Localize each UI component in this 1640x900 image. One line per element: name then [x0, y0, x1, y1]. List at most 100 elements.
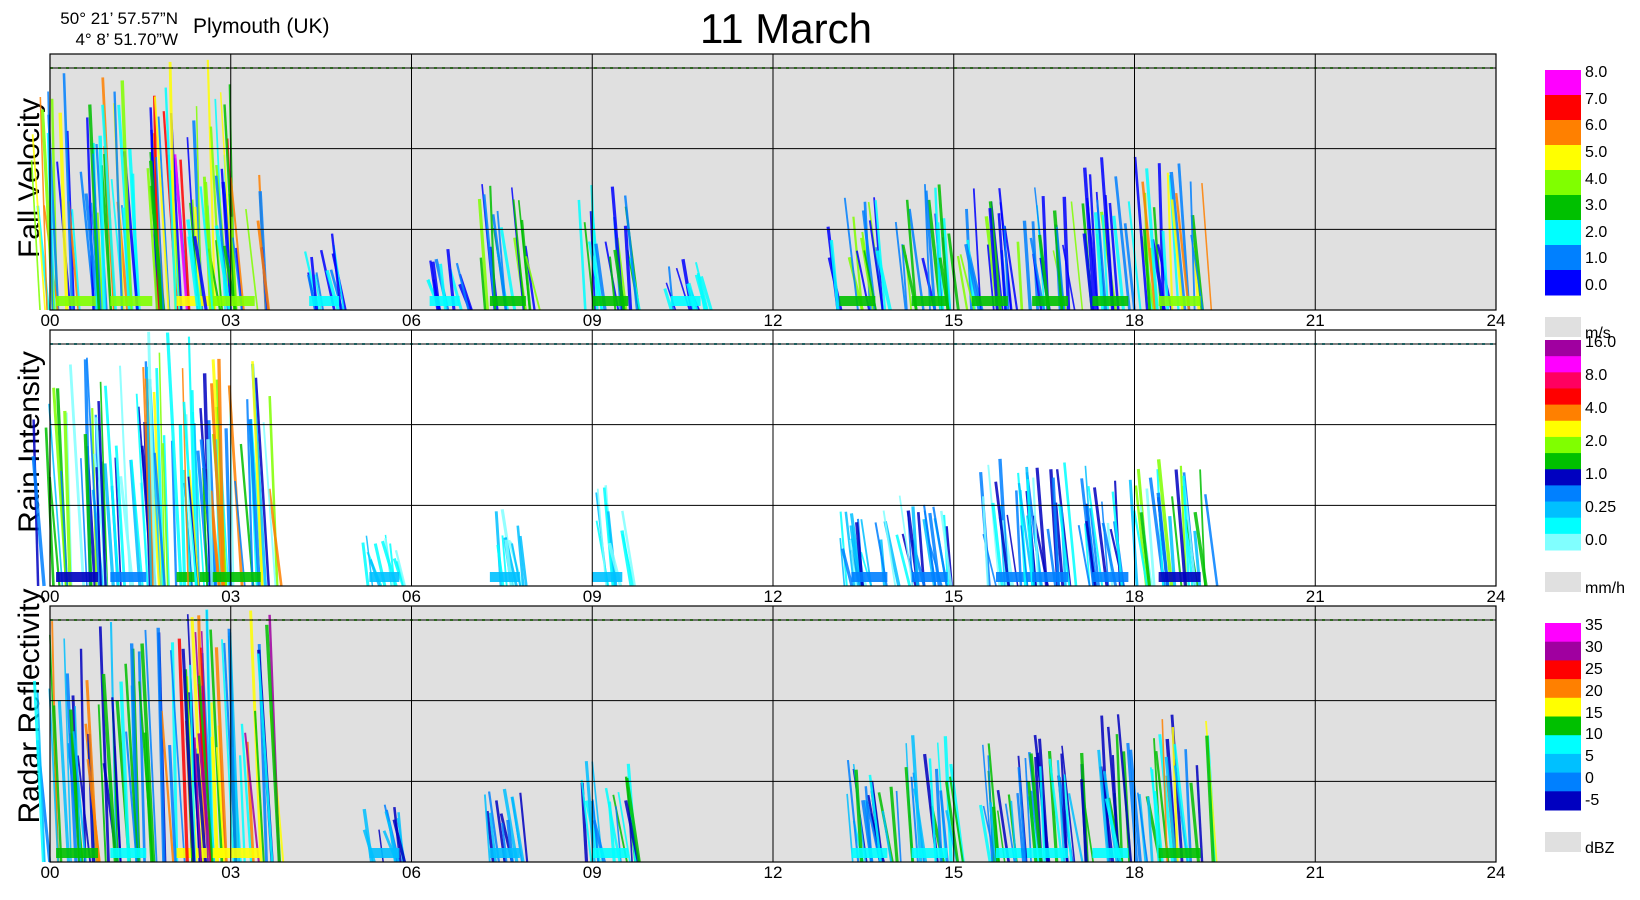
legend-1-swatch — [1545, 95, 1581, 121]
panel-1-core — [911, 296, 948, 306]
legend-3-label: 5 — [1585, 748, 1594, 766]
legend-3-swatch — [1545, 660, 1581, 680]
panel-3-core — [369, 848, 400, 858]
panel-3-core — [1158, 848, 1201, 858]
legend-1-label: 1.0 — [1585, 250, 1608, 268]
legend-3-swatch — [1545, 679, 1581, 699]
legend-1-label: 2.0 — [1585, 223, 1608, 241]
panel-3-core — [1032, 848, 1069, 858]
legend-3-swatch — [1545, 716, 1581, 736]
panel-2-x-tick: 06 — [402, 587, 421, 606]
legend-2-label: 16.0 — [1585, 334, 1617, 351]
panel-1-x-tick: 00 — [40, 311, 60, 330]
legend-2-label: 4.0 — [1585, 400, 1608, 417]
panel-1-x-tick: 12 — [763, 311, 783, 330]
panel-2-core — [1032, 572, 1069, 582]
legend-2-swatch — [1545, 388, 1581, 406]
panel-3-core — [592, 848, 629, 858]
legend-3-label: 35 — [1585, 617, 1603, 634]
panel-1-x-tick: 09 — [582, 311, 602, 330]
legend-2-swatch — [1545, 340, 1581, 357]
legend-1-swatch — [1545, 195, 1581, 221]
panel-3-x-tick: 21 — [1305, 863, 1325, 882]
panel-1-core — [1092, 296, 1129, 306]
panel-2-core — [911, 572, 948, 582]
legend-2-swatch — [1545, 501, 1581, 519]
panel-1-x-tick: 03 — [221, 311, 241, 330]
panel-3-core — [110, 848, 147, 858]
panel-3-x-tick: 12 — [763, 863, 783, 882]
panel-2-core — [110, 572, 147, 582]
panel-3-x-tick: 06 — [402, 863, 421, 882]
legend-3-swatch — [1545, 772, 1581, 792]
panel-1-core — [971, 296, 1008, 306]
legend-1-label: 4.0 — [1585, 170, 1608, 188]
panel-2-core — [56, 572, 99, 582]
legend-1-swatch — [1545, 270, 1581, 296]
panel-2-core — [489, 572, 520, 582]
panel-1-core — [670, 296, 701, 306]
legend-2-nodata-swatch — [1545, 572, 1581, 592]
legend-1-label: 0.0 — [1585, 277, 1608, 294]
panel-1-core — [839, 296, 876, 306]
legend-1-swatch — [1545, 120, 1581, 146]
panel-1-x-tick: 15 — [944, 311, 964, 330]
panel-1-core — [1158, 296, 1201, 306]
legend-3-swatch — [1545, 623, 1581, 643]
legend-1-swatch — [1545, 220, 1581, 246]
panel-1-core — [309, 296, 340, 306]
panel-2-x-tick: 21 — [1305, 587, 1325, 606]
legend-3-nodata-swatch — [1545, 832, 1581, 852]
legend-2-swatch — [1545, 436, 1581, 454]
legend-3-label: 10 — [1585, 726, 1603, 744]
legend-3-label: 0 — [1585, 770, 1594, 788]
legend-2-label: 1.0 — [1585, 466, 1608, 483]
panel-3-core — [1092, 848, 1129, 858]
panel-3-core — [911, 848, 948, 858]
panel-3-core — [851, 848, 888, 858]
legend-3-swatch — [1545, 697, 1581, 717]
legend-2-unit: mm/h — [1585, 580, 1625, 597]
panel-2-x-tick: 09 — [582, 587, 602, 606]
panel-1-core — [212, 296, 255, 306]
legend-3-label: 30 — [1585, 638, 1603, 656]
legend-3-swatch — [1545, 641, 1581, 661]
legend-3-label: 25 — [1585, 660, 1603, 678]
panel-1-x-tick: 06 — [402, 311, 421, 330]
legend-1-label: 7.0 — [1585, 90, 1608, 108]
legend-1-nodata-swatch — [1545, 317, 1581, 337]
legend-1-swatch — [1545, 170, 1581, 196]
legend-3-swatch — [1545, 735, 1581, 755]
legend-2-swatch — [1545, 469, 1581, 486]
panel-3-x-tick: 00 — [40, 863, 60, 882]
legend-3-label: 15 — [1585, 704, 1603, 722]
legend-2-swatch — [1545, 404, 1581, 422]
legend-1-label: 5.0 — [1585, 143, 1608, 161]
panel-3-core — [489, 848, 520, 858]
panel-3-core — [212, 848, 261, 858]
panel-3-x-tick: 18 — [1125, 863, 1144, 882]
legend-3-unit: dBZ — [1585, 840, 1615, 857]
legend-2-swatch — [1545, 372, 1581, 389]
legend-2-label: 0.0 — [1585, 532, 1608, 549]
legend-3-swatch — [1545, 791, 1581, 811]
panel-3-x-tick: 15 — [944, 863, 964, 882]
legend-1-label: 8.0 — [1585, 64, 1608, 81]
legend-1-label: 3.0 — [1585, 197, 1608, 215]
panel-3-x-tick: 24 — [1486, 863, 1506, 882]
legend-3-swatch — [1545, 753, 1581, 774]
panel-1-x-tick: 18 — [1125, 311, 1144, 330]
panel-2-core — [369, 572, 400, 582]
panel-2-core — [212, 572, 261, 582]
legend-2-swatch — [1545, 485, 1581, 503]
panel-2-x-tick: 00 — [40, 587, 60, 606]
legend-3-label: -5 — [1585, 792, 1600, 809]
legend-3-label: 20 — [1585, 682, 1603, 700]
panel-2-core — [1158, 572, 1201, 582]
panel-2-x-tick: 24 — [1486, 587, 1506, 606]
panel-1-x-tick: 24 — [1486, 311, 1506, 330]
panel-2-x-tick: 18 — [1125, 587, 1144, 606]
panel-1-core — [592, 296, 629, 306]
legend-2-label: 8.0 — [1585, 367, 1608, 384]
legend-2-swatch — [1545, 517, 1581, 535]
